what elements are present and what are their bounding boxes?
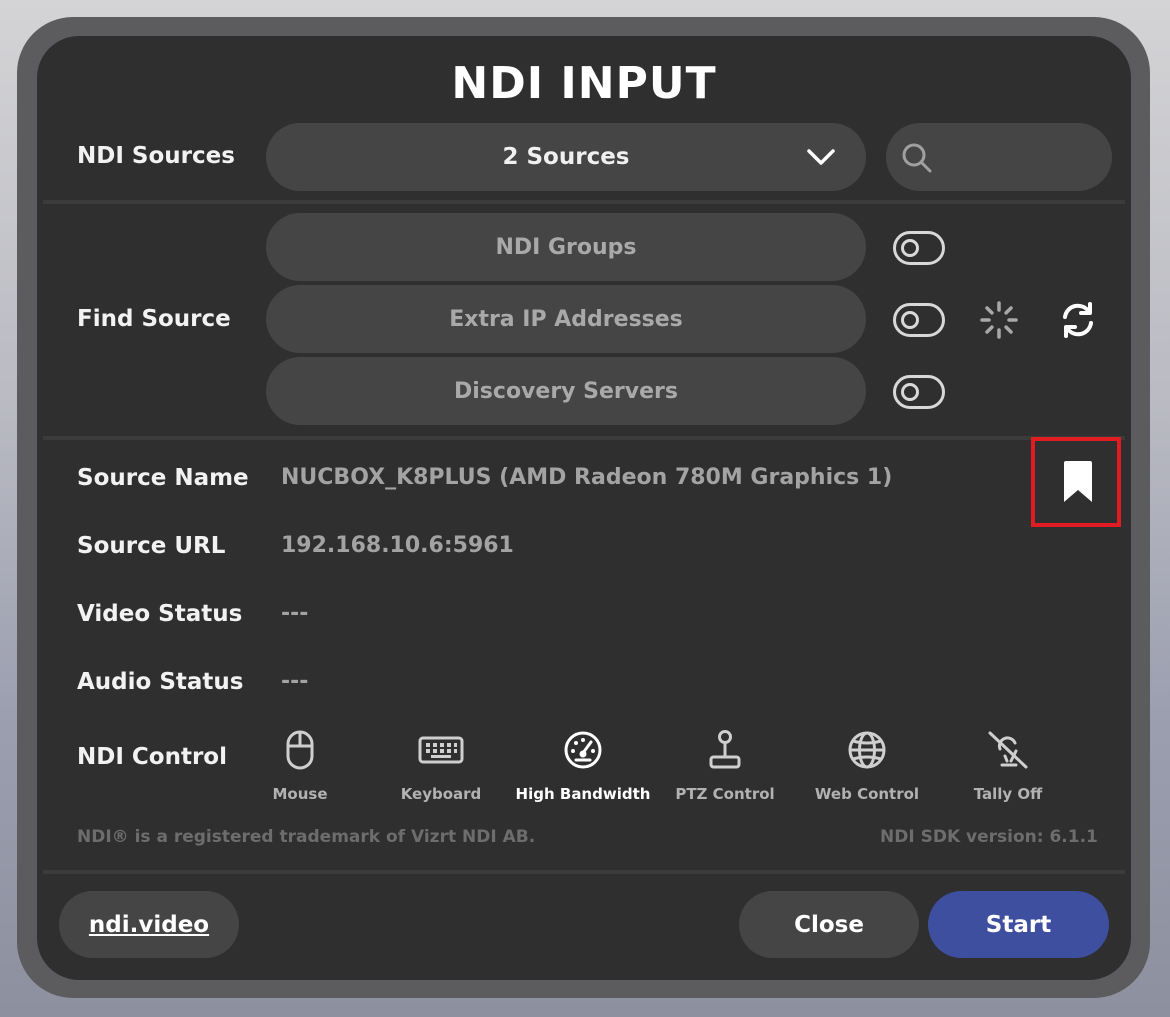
divider	[43, 436, 1125, 440]
find-source-label: Find Source	[77, 306, 231, 332]
chevron-down-icon	[807, 149, 835, 165]
dialog-title: NDI INPUT	[451, 58, 717, 109]
source-search-input[interactable]	[944, 137, 1098, 179]
source-url-label: Source URL	[77, 533, 226, 559]
toggle-knob	[901, 383, 919, 401]
video-status-label: Video Status	[77, 601, 243, 627]
extra-ip-addresses-input[interactable]: Extra IP Addresses	[266, 285, 866, 353]
ndi-video-link[interactable]: ndi.video	[59, 891, 239, 958]
highlight-box	[1031, 437, 1121, 527]
bookmark-icon[interactable]	[1062, 460, 1094, 504]
loading-spinner-icon	[980, 301, 1018, 339]
control-high-bandwidth[interactable]: High Bandwidth	[513, 729, 653, 803]
tally-off-icon	[988, 731, 1028, 769]
globe-icon	[848, 731, 886, 769]
divider	[43, 200, 1125, 204]
control-web[interactable]: Web Control	[797, 729, 937, 803]
control-ptz[interactable]: PTZ Control	[655, 729, 795, 803]
refresh-icon[interactable]	[1058, 300, 1098, 340]
audio-status-label: Audio Status	[77, 669, 244, 695]
sources-dropdown-value: 2 Sources	[502, 144, 630, 170]
source-url-value: 192.168.10.6:5961	[281, 533, 514, 558]
ndi-groups-toggle[interactable]	[893, 231, 945, 265]
control-high-bandwidth-label: High Bandwidth	[515, 785, 651, 803]
source-name-value: NUCBOX_K8PLUS (AMD Radeon 780M Graphics …	[281, 465, 893, 490]
ndi-input-dialog: NDI INPUT NDI Sources 2 Sources Find Sou…	[37, 36, 1131, 980]
control-mouse[interactable]: Mouse	[230, 729, 370, 803]
keyboard-icon	[418, 736, 464, 764]
start-button[interactable]: Start	[928, 891, 1109, 958]
ndi-control-label: NDI Control	[77, 744, 227, 770]
discovery-servers-toggle[interactable]	[893, 375, 945, 409]
search-icon	[902, 143, 932, 173]
control-keyboard[interactable]: Keyboard	[371, 729, 511, 803]
gauge-icon	[564, 731, 602, 769]
toggle-knob	[901, 311, 919, 329]
sdk-version: NDI SDK version: 6.1.1	[880, 827, 1098, 847]
control-mouse-label: Mouse	[272, 785, 328, 803]
source-search-field[interactable]	[886, 123, 1112, 191]
divider	[43, 870, 1125, 874]
source-name-label: Source Name	[77, 465, 249, 491]
control-ptz-label: PTZ Control	[675, 785, 775, 803]
trademark-notice: NDI® is a registered trademark of Vizrt …	[77, 827, 536, 847]
ndi-groups-input[interactable]: NDI Groups	[266, 213, 866, 281]
control-tally[interactable]: Tally Off	[938, 729, 1078, 803]
control-tally-label: Tally Off	[973, 785, 1043, 803]
extra-ips-toggle[interactable]	[893, 303, 945, 337]
control-keyboard-label: Keyboard	[400, 785, 482, 803]
close-button[interactable]: Close	[739, 891, 919, 958]
joystick-icon	[709, 730, 741, 769]
toggle-knob	[901, 239, 919, 257]
discovery-servers-input[interactable]: Discovery Servers	[266, 357, 866, 425]
audio-status-value: ---	[281, 669, 309, 694]
video-status-value: ---	[281, 601, 309, 626]
sources-dropdown[interactable]: 2 Sources	[266, 123, 866, 191]
ndi-sources-label: NDI Sources	[77, 143, 235, 169]
mouse-icon	[286, 730, 314, 770]
control-web-label: Web Control	[814, 785, 920, 803]
